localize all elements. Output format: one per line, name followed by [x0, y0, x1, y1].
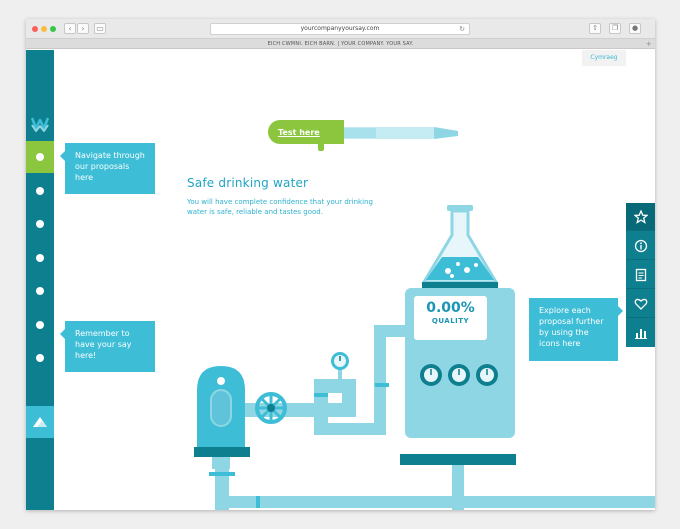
proposal-nav-dot-4[interactable]	[36, 254, 44, 262]
bar-chart-icon	[634, 329, 647, 339]
navigate-callout: Navigate through our proposals here	[60, 143, 155, 194]
pressure-gauge-icon	[331, 352, 349, 380]
valve-wheel-icon	[255, 392, 287, 424]
favourite-button[interactable]	[626, 203, 655, 231]
close-window-button[interactable]	[32, 26, 38, 32]
brand-logo[interactable]	[26, 110, 54, 138]
statistics-button[interactable]	[626, 319, 655, 347]
chevron-right-icon: ›	[81, 24, 85, 33]
proposal-nav-dot-3[interactable]	[36, 220, 44, 228]
chevron-left-icon: ‹	[68, 24, 72, 33]
flask-icon	[421, 205, 499, 288]
sidebar-icon: ▭	[96, 24, 104, 33]
info-button[interactable]	[626, 232, 655, 260]
explore-callout: Explore each proposal further by using t…	[529, 298, 623, 361]
proposal-headline: Safe drinking water	[187, 176, 309, 190]
tabs-icon: ❐	[611, 24, 619, 32]
proposal-nav-dot-7[interactable]	[36, 354, 44, 362]
sidebar-toggle-button[interactable]: ▭	[94, 23, 106, 34]
tabs-button[interactable]: ❐	[609, 23, 621, 34]
url-text: yourcompanyyoursay.com	[300, 25, 380, 32]
proposal-nav-dot-5[interactable]	[36, 287, 44, 295]
info-icon	[634, 239, 647, 252]
browser-window: ‹ › ▭ yourcompanyyoursay.com ↻ ⇧ ❐ ● EIC…	[26, 19, 655, 510]
quality-value: 0.00%	[426, 300, 475, 316]
tab-title[interactable]: EICH CWMNI. EICH BARN. | YOUR COMPANY. Y…	[268, 41, 414, 47]
tab-bar: EICH CWMNI. EICH BARN. | YOUR COMPANY. Y…	[26, 39, 655, 49]
downloads-button[interactable]: ●	[629, 23, 641, 34]
share-button[interactable]: ⇧	[589, 23, 601, 34]
water-pump	[194, 366, 250, 476]
browser-toolbar: ‹ › ▭ yourcompanyyoursay.com ↻ ⇧ ❐ ●	[26, 19, 655, 39]
share-icon: ⇧	[592, 24, 598, 32]
minimize-window-button[interactable]	[41, 26, 47, 32]
forward-button[interactable]: ›	[77, 23, 89, 34]
proposal-description: You will have complete confidence that y…	[187, 198, 373, 216]
heart-icon	[634, 298, 647, 310]
zoom-window-button[interactable]	[50, 26, 56, 32]
back-button[interactable]: ‹	[64, 23, 76, 34]
quality-label: QUALITY	[431, 317, 470, 325]
test-here-button[interactable]: Test here	[268, 120, 344, 144]
water-logo-icon	[31, 117, 49, 132]
proposal-tools-panel	[626, 203, 655, 347]
proposal-nav-dot-1[interactable]	[36, 153, 44, 161]
paper-plane-icon	[33, 417, 47, 427]
new-tab-icon[interactable]: +	[646, 39, 652, 49]
quality-display: 0.00% QUALITY	[414, 296, 487, 340]
proposal-nav-dot-2[interactable]	[36, 187, 44, 195]
star-icon	[633, 209, 648, 224]
document-icon	[635, 268, 646, 281]
water-machine-illustration	[194, 121, 655, 510]
like-button[interactable]	[626, 290, 655, 318]
have-your-say-button[interactable]	[26, 406, 54, 438]
remember-callout: Remember to have your say here!	[60, 321, 155, 372]
download-icon: ●	[631, 24, 639, 32]
address-bar[interactable]: yourcompanyyoursay.com ↻	[210, 23, 470, 35]
language-toggle[interactable]: Cymraeg	[582, 50, 626, 66]
proposal-navigation	[26, 50, 54, 510]
reload-icon[interactable]: ↻	[459, 24, 465, 34]
document-button[interactable]	[626, 261, 655, 289]
proposal-nav-dot-6[interactable]	[36, 321, 44, 329]
